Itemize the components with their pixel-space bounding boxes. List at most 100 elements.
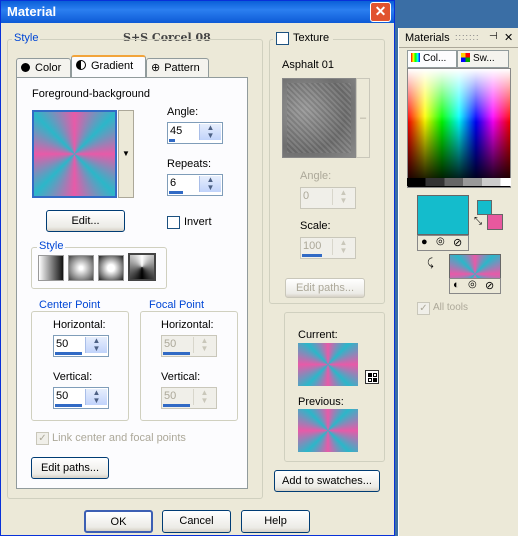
foreground-color-swatch[interactable] xyxy=(417,195,469,235)
gradient-dropdown-button[interactable]: ▼ xyxy=(118,110,134,198)
texture-dropdown-button[interactable]: – xyxy=(356,78,370,158)
all-tools-checkbox[interactable]: ✓ xyxy=(417,302,430,315)
center-horizontal-value: 50 xyxy=(56,338,69,350)
chevron-down-icon: ▼ xyxy=(122,149,130,158)
ok-button[interactable]: OK xyxy=(84,510,153,533)
texture-edit-paths-button[interactable]: Edit paths... xyxy=(285,278,365,298)
texture-scale-level xyxy=(302,254,322,257)
materials-palette: Materials ::::::: ⊣ ✕ Col... Sw... ⤡ ● ◎… xyxy=(398,28,518,536)
link-points-checkbox[interactable]: ✓ xyxy=(36,432,49,445)
solid-color-icon[interactable]: ● xyxy=(421,236,428,248)
spin-arrows-icon[interactable]: ▲ ▼ xyxy=(85,337,107,353)
palette-tab-colors[interactable]: Col... xyxy=(407,50,457,68)
material-dialog: Material ✕ S+S Corcel 08 Style Color Gra… xyxy=(0,0,395,536)
current-preview xyxy=(298,343,358,386)
transparent-icon[interactable]: ⊘ xyxy=(453,236,462,249)
texture-swatch[interactable] xyxy=(282,78,356,158)
angle-value: 45 xyxy=(170,125,183,137)
rectangular-style-button[interactable] xyxy=(68,255,94,281)
desktop-strip xyxy=(397,0,518,28)
repeats-stepper[interactable]: 6 ▲ ▼ xyxy=(167,174,223,196)
previous-preview[interactable] xyxy=(298,409,358,452)
spin-arrows-icon[interactable]: ▲ ▼ xyxy=(199,124,221,140)
invert-checkbox[interactable] xyxy=(167,216,180,229)
cancel-button[interactable]: Cancel xyxy=(162,510,231,533)
dialog-title: Material xyxy=(7,4,57,19)
gradient-swatch[interactable] xyxy=(32,110,117,198)
all-tools-label: All tools xyxy=(433,302,469,313)
texture-header: Texture xyxy=(273,31,333,47)
angle-label: Angle: xyxy=(167,106,199,118)
grayscale-strip[interactable] xyxy=(407,178,511,186)
center-horizontal-stepper[interactable]: 50 ▲ ▼ xyxy=(53,335,109,357)
focal-horizontal-value: 50 xyxy=(164,338,177,350)
close-icon[interactable]: ✕ xyxy=(504,31,513,44)
focal-horizontal-label: Horizontal: xyxy=(161,319,214,331)
background-small-swatch[interactable] xyxy=(487,214,503,230)
style-subgroup-label: Style xyxy=(37,240,66,252)
texture-toggle-icon[interactable]: ◎ xyxy=(468,279,477,290)
gradient-icon[interactable]: ◐ xyxy=(453,279,460,291)
palette-tab-swatches[interactable]: Sw... xyxy=(457,50,509,68)
palette-titlebar[interactable]: Materials ::::::: ⊣ ✕ xyxy=(399,28,518,48)
swatches-icon xyxy=(461,53,470,62)
focal-vertical-stepper[interactable]: 50 ▲ ▼ xyxy=(161,387,217,409)
texture-angle-stepper[interactable]: 0 ▲ ▼ xyxy=(300,187,356,209)
tab-color[interactable]: Color xyxy=(16,58,71,78)
focal-horizontal-stepper[interactable]: 50 ▲ ▼ xyxy=(161,335,217,357)
spin-arrows-icon[interactable]: ▲ ▼ xyxy=(85,389,107,405)
pattern-icon: ⊕ xyxy=(151,62,161,74)
center-point-label: Center Point xyxy=(37,299,103,311)
focal-vertical-label: Vertical: xyxy=(161,371,201,383)
grip-icon[interactable]: ::::::: xyxy=(455,32,480,42)
link-points-label: Link center and focal points xyxy=(52,432,186,444)
center-vertical-stepper[interactable]: 50 ▲ ▼ xyxy=(53,387,109,409)
swap-arrow-icon[interactable]: ⤡ xyxy=(474,216,482,227)
gradient-name: Foreground-background xyxy=(32,88,151,100)
texture-checkbox[interactable] xyxy=(276,32,289,45)
color-picker-spectrum[interactable] xyxy=(407,68,511,188)
texture-toggle-icon[interactable]: ◎ xyxy=(436,236,445,247)
title-bar[interactable]: Material ✕ xyxy=(1,1,394,23)
invert-label: Invert xyxy=(184,216,212,228)
sunburst-style-button[interactable] xyxy=(98,255,124,281)
texture-scale-stepper[interactable]: 100 ▲ ▼ xyxy=(300,237,356,259)
spin-arrows-icon[interactable]: ▲ ▼ xyxy=(199,176,221,192)
spin-arrows-icon[interactable]: ▲ ▼ xyxy=(193,337,215,353)
center-horizontal-label: Horizontal: xyxy=(53,319,106,331)
angle-level xyxy=(169,139,175,142)
spectrum-icon xyxy=(411,53,420,62)
background-style-controls: ◐ ◎ ⊘ xyxy=(449,278,501,294)
focal-point-label: Focal Point xyxy=(147,299,207,311)
grid-icon[interactable] xyxy=(365,370,379,384)
focal-horizontal-level xyxy=(163,352,190,355)
help-button[interactable]: Help xyxy=(241,510,310,533)
angle-stepper[interactable]: 45 ▲ ▼ xyxy=(167,122,223,144)
foreground-small-swatch[interactable] xyxy=(477,200,492,215)
focal-vertical-level xyxy=(163,404,190,407)
radial-style-button[interactable] xyxy=(128,253,156,281)
swap-colors-icon[interactable]: ⤹ xyxy=(427,257,434,270)
center-vertical-level xyxy=(55,404,82,407)
spin-arrows-icon[interactable]: ▲ ▼ xyxy=(332,239,354,255)
texture-scale-label: Scale: xyxy=(300,220,331,232)
linear-style-button[interactable] xyxy=(38,255,64,281)
spin-arrows-icon[interactable]: ▲ ▼ xyxy=(332,189,354,205)
pin-icon[interactable]: ⊣ xyxy=(489,31,498,42)
add-to-swatches-button[interactable]: Add to swatches... xyxy=(274,470,380,492)
texture-scale-value: 100 xyxy=(303,240,322,252)
palette-title: Materials xyxy=(405,32,450,44)
close-button[interactable]: ✕ xyxy=(370,2,391,22)
center-horizontal-level xyxy=(55,352,82,355)
texture-name: Asphalt 01 xyxy=(282,59,334,71)
tab-gradient[interactable]: Gradient xyxy=(71,55,146,77)
spin-arrows-icon[interactable]: ▲ ▼ xyxy=(193,389,215,405)
tab-pattern[interactable]: ⊕ Pattern xyxy=(146,58,209,78)
texture-angle-value: 0 xyxy=(303,190,310,202)
transparent-icon[interactable]: ⊘ xyxy=(485,279,494,292)
foreground-style-controls: ● ◎ ⊘ xyxy=(417,235,469,251)
edit-gradient-button[interactable]: Edit... xyxy=(46,210,125,232)
texture-label: Texture xyxy=(293,32,330,44)
edit-paths-button[interactable]: Edit paths... xyxy=(31,457,109,479)
previous-label: Previous: xyxy=(298,396,344,408)
